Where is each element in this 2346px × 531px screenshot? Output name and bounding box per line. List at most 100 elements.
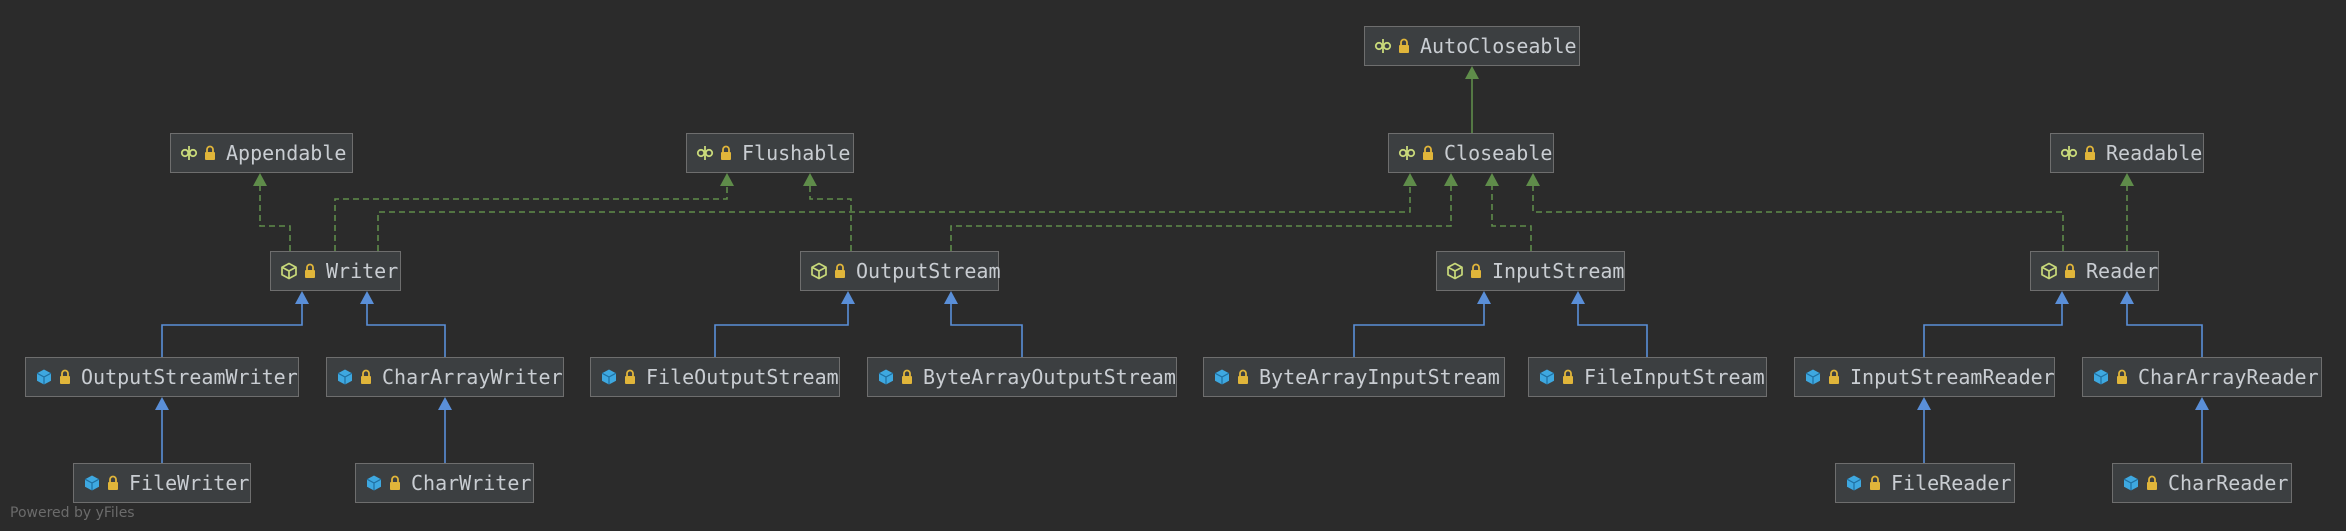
class-icon xyxy=(83,474,101,492)
edge-filewriter-to-outputstreamwriter xyxy=(155,397,169,463)
node-fileoutputstream[interactable]: FileOutputStream xyxy=(590,357,840,397)
abstract-class-icon xyxy=(2040,262,2058,280)
edge-line xyxy=(334,185,728,251)
edge-line xyxy=(259,185,291,251)
lock-icon xyxy=(1231,369,1259,385)
lock-icon xyxy=(2058,263,2086,279)
node-label: CharWriter xyxy=(411,471,532,495)
node-readable[interactable]: Readable xyxy=(2050,133,2204,173)
lock-icon xyxy=(2140,475,2168,491)
interface-icon xyxy=(696,144,714,162)
node-label: Readable xyxy=(2106,141,2203,165)
interface-icon xyxy=(1374,37,1392,55)
edge-chararraywriter-to-writer xyxy=(360,291,446,357)
lock-icon xyxy=(714,145,742,161)
class-icon xyxy=(365,474,383,492)
edge-line xyxy=(950,303,1023,357)
edge-fileoutputstream-to-outputstream xyxy=(714,291,855,357)
class-icon xyxy=(2092,368,2110,386)
node-bytearrayinputstream[interactable]: ByteArrayInputStream xyxy=(1203,357,1505,397)
node-inputstream[interactable]: InputStream xyxy=(1436,251,1625,291)
node-label: CharArrayWriter xyxy=(382,365,563,389)
edge-chararrayreader-to-reader xyxy=(2120,291,2203,357)
class-icon xyxy=(1804,368,1822,386)
node-label: Reader xyxy=(2086,259,2159,283)
edge-filereader-to-inputstreamreader xyxy=(1917,397,1931,463)
lock-icon xyxy=(828,263,856,279)
node-label: InputStream xyxy=(1492,259,1625,283)
node-closeable[interactable]: Closeable xyxy=(1388,133,1554,173)
interface-icon xyxy=(2060,144,2078,162)
node-label: FileInputStream xyxy=(1584,365,1765,389)
edge-line xyxy=(1353,303,1485,357)
node-charwriter[interactable]: CharWriter xyxy=(355,463,534,503)
class-icon xyxy=(1845,474,1863,492)
node-fileinputstream[interactable]: FileInputStream xyxy=(1528,357,1767,397)
edge-line xyxy=(1532,185,2064,251)
node-appendable[interactable]: Appendable xyxy=(170,133,353,173)
edge-line xyxy=(1923,303,2063,357)
node-label: Closeable xyxy=(1444,141,1553,165)
lock-icon xyxy=(2078,145,2106,161)
node-label: OutputStreamWriter xyxy=(81,365,298,389)
arrowhead xyxy=(1444,173,1458,186)
arrowhead xyxy=(2120,173,2134,186)
edge-bytearrayoutputstream-to-outputstream xyxy=(944,291,1023,357)
arrowhead xyxy=(803,173,817,186)
node-filereader[interactable]: FileReader xyxy=(1835,463,2015,503)
edge-line xyxy=(950,185,1452,251)
node-bytearrayoutputstream[interactable]: ByteArrayOutputStream xyxy=(867,357,1177,397)
edge-writer-to-closeable xyxy=(377,173,1417,251)
node-label: CharReader xyxy=(2168,471,2289,495)
edge-bytearrayinputstream-to-inputstream xyxy=(1353,291,1491,357)
node-inputstreamreader[interactable]: InputStreamReader xyxy=(1794,357,2055,397)
node-chararraywriter[interactable]: CharArrayWriter xyxy=(326,357,564,397)
node-writer[interactable]: Writer xyxy=(270,251,401,291)
node-reader[interactable]: Reader xyxy=(2030,251,2159,291)
class-icon xyxy=(35,368,53,386)
lock-icon xyxy=(1863,475,1891,491)
arrowhead xyxy=(438,397,452,410)
arrowhead xyxy=(720,173,734,186)
node-label: FileOutputStream xyxy=(646,365,839,389)
edge-line xyxy=(161,303,303,357)
node-label: ByteArrayOutputStream xyxy=(923,365,1176,389)
node-chararrayreader[interactable]: CharArrayReader xyxy=(2082,357,2322,397)
lock-icon xyxy=(198,145,226,161)
edge-line xyxy=(2126,303,2203,357)
edge-writer-to-appendable xyxy=(253,173,291,251)
node-label: CharArrayReader xyxy=(2138,365,2319,389)
node-outputstream[interactable]: OutputStream xyxy=(800,251,1001,291)
edge-line xyxy=(714,303,849,357)
edge-fileinputstream-to-inputstream xyxy=(1571,291,1648,357)
arrowhead xyxy=(1571,291,1585,304)
node-label: Writer xyxy=(326,259,399,283)
arrowhead xyxy=(2055,291,2069,304)
edge-charwriter-to-chararraywriter xyxy=(438,397,452,463)
edge-inputstreamreader-to-reader xyxy=(1923,291,2069,357)
class-icon xyxy=(1538,368,1556,386)
node-filewriter[interactable]: FileWriter xyxy=(73,463,251,503)
powered-by-footer: Powered by yFiles xyxy=(10,505,135,521)
lock-icon xyxy=(354,369,382,385)
node-label: Appendable xyxy=(226,141,347,165)
edge-line xyxy=(1491,185,1532,251)
node-charreader[interactable]: CharReader xyxy=(2112,463,2292,503)
node-label: OutputStream xyxy=(856,259,1001,283)
node-autocloseable[interactable]: AutoCloseable xyxy=(1364,26,1580,66)
abstract-class-icon xyxy=(1446,262,1464,280)
arrowhead xyxy=(1917,397,1931,410)
class-icon xyxy=(600,368,618,386)
arrowhead xyxy=(841,291,855,304)
abstract-class-icon xyxy=(810,262,828,280)
lock-icon xyxy=(1464,263,1492,279)
interface-icon xyxy=(180,144,198,162)
node-outputstreamwriter[interactable]: OutputStreamWriter xyxy=(25,357,299,397)
edge-reader-to-readable xyxy=(2120,173,2134,251)
arrowhead xyxy=(944,291,958,304)
node-flushable[interactable]: Flushable xyxy=(686,133,854,173)
edge-reader-to-closeable xyxy=(1526,173,2064,251)
class-icon xyxy=(877,368,895,386)
abstract-class-icon xyxy=(280,262,298,280)
arrowhead xyxy=(1485,173,1499,186)
